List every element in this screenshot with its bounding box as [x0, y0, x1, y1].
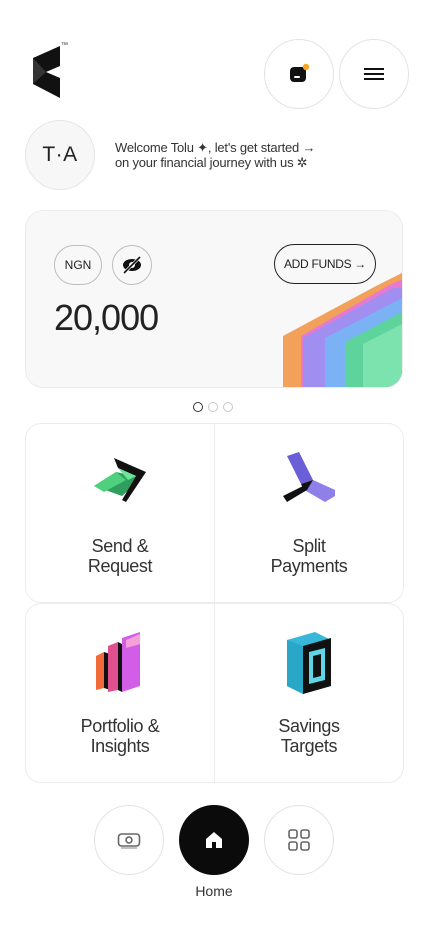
app-logo: ™: [30, 42, 72, 100]
hamburger-icon: [364, 68, 384, 80]
split-payments-label: Split Payments: [271, 536, 348, 576]
send-request-label-line-2: Request: [87, 556, 153, 576]
menu-button[interactable]: [339, 39, 409, 109]
currency-selector[interactable]: NGN: [54, 245, 102, 285]
carousel-indicator: [193, 402, 233, 412]
portfolio-bars-icon: [96, 632, 140, 692]
welcome-line-2: on your financial journey with us ✲: [115, 155, 308, 170]
send-arrow-icon: [94, 458, 146, 502]
split-payments-label-line-2: Payments: [270, 556, 348, 576]
portfolio-insights-label-line-1: Portfolio &: [80, 716, 160, 736]
savings-targets-label-line-1: Savings: [278, 716, 340, 736]
split-payments-label-line-1: Split: [292, 536, 326, 556]
nav-wallet-button[interactable]: [94, 805, 164, 875]
split-icon: [283, 452, 335, 502]
grid-apps-icon: [288, 829, 310, 851]
nav-home-button[interactable]: [179, 805, 249, 875]
carousel-dot[interactable]: [208, 402, 218, 412]
portfolio-insights-tile[interactable]: Portfolio & Insights: [25, 603, 215, 783]
send-request-label: Send & Request: [87, 536, 153, 576]
split-payments-tile[interactable]: Split Payments: [214, 423, 404, 603]
brand-k-logo-icon: [33, 46, 60, 98]
notification-badge-icon: [290, 63, 310, 82]
send-request-label-line-1: Send &: [91, 536, 149, 556]
nav-apps-button[interactable]: [264, 805, 334, 875]
home-icon: [206, 832, 222, 848]
wallet-cash-icon: [117, 833, 141, 849]
notifications-button[interactable]: [264, 39, 334, 109]
welcome-line-1: Welcome Tolu ✦, let's get started →: [115, 140, 316, 155]
balance-card: NGN ADD FUNDS → 20,000: [25, 210, 403, 388]
carousel-dot[interactable]: [193, 402, 203, 412]
trademark: ™: [61, 42, 68, 49]
toggle-balance-visibility-button[interactable]: [112, 245, 152, 285]
avatar[interactable]: T·A: [25, 120, 95, 190]
savings-targets-tile[interactable]: Savings Targets: [214, 603, 404, 783]
savings-targets-label-line-2: Targets: [280, 736, 338, 756]
eye-off-icon: [122, 255, 142, 275]
balance-amount: 20,000: [54, 297, 159, 338]
portfolio-insights-label-line-2: Insights: [90, 736, 150, 756]
savings-targets-label: Savings Targets: [278, 716, 340, 756]
portfolio-insights-label: Portfolio & Insights: [81, 716, 160, 756]
welcome-message: Welcome Tolu ✦, let's get started → on y…: [115, 140, 315, 170]
send-request-tile[interactable]: Send & Request: [25, 423, 215, 603]
avatar-initials: T·A: [42, 143, 78, 166]
cards-illustration-icon: [283, 273, 402, 387]
carousel-dot[interactable]: [223, 402, 233, 412]
nav-home-label: Home: [195, 883, 233, 899]
target-box-icon: [287, 632, 331, 694]
